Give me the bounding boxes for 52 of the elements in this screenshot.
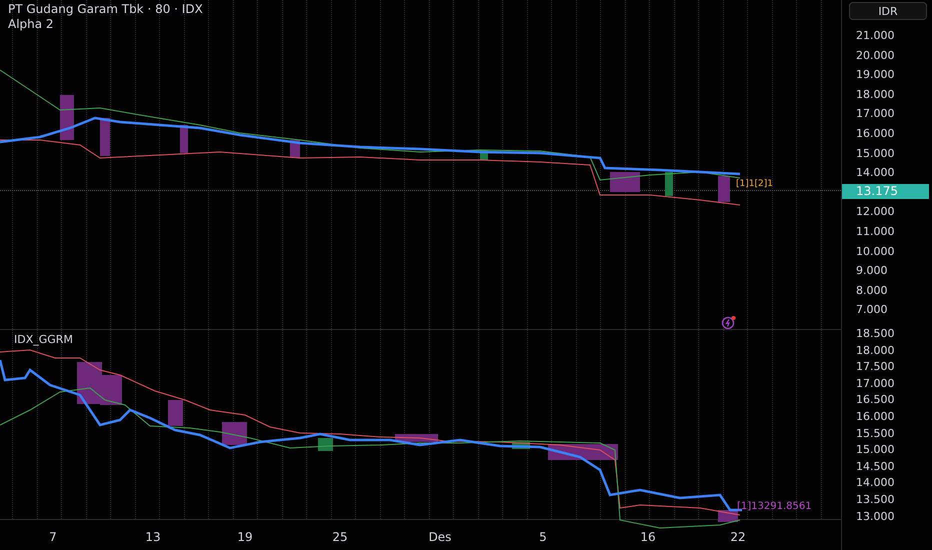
time-label: 13 xyxy=(145,529,161,546)
band-fill xyxy=(610,172,640,192)
price-label: 10.000 xyxy=(856,246,894,258)
indicator-axis-label: 13.000 xyxy=(856,510,894,523)
indicator-axis-label: 18.500 xyxy=(856,328,894,340)
price-label: 17.000 xyxy=(856,108,894,120)
indicator-value-label: [1]13291.8561 xyxy=(737,500,812,514)
price-label: 14.000 xyxy=(856,167,894,180)
price-label: 11.000 xyxy=(856,226,894,238)
band-fill xyxy=(168,400,183,426)
price-label: 9.000 xyxy=(856,265,888,278)
indicator-axis-label: 17.500 xyxy=(856,361,894,374)
indicator-axis-label: 16.000 xyxy=(856,411,894,423)
time-label: 25 xyxy=(332,529,348,546)
indicator-axis-label: 16.500 xyxy=(856,394,894,406)
overlay-label: [1]1[2]1 xyxy=(736,178,773,191)
price-label: 8.000 xyxy=(856,284,888,297)
price-label: 20.000 xyxy=(856,50,894,62)
indicator-title: IDX_GGRM xyxy=(14,332,73,348)
band-fill xyxy=(718,176,730,202)
band-fill xyxy=(180,125,188,153)
band-fill xyxy=(665,172,673,196)
currency-button[interactable]: IDR xyxy=(849,2,927,20)
time-label: 22 xyxy=(730,529,746,546)
last-price-badge: 13.175 xyxy=(842,184,929,199)
price-label: 19.000 xyxy=(856,69,894,82)
band-fill xyxy=(222,422,247,445)
indicator-axis-label: 13.500 xyxy=(856,494,894,506)
time-label: 16 xyxy=(640,529,656,546)
indicator-axis-label: 17.000 xyxy=(856,378,894,390)
indicator-axis-label: 15.500 xyxy=(856,428,894,440)
indicator-axis-label: 18.000 xyxy=(856,344,894,357)
time-label: 5 xyxy=(539,529,547,546)
price-label: 7.000 xyxy=(856,304,888,316)
price-label: 15.000 xyxy=(856,148,894,160)
time-label: Des xyxy=(428,529,452,546)
indicator-axis-label: 14.500 xyxy=(856,460,894,473)
band-fill xyxy=(100,375,122,405)
lightning-icon xyxy=(721,315,737,329)
price-label: 18.000 xyxy=(856,88,894,101)
price-label: 16.000 xyxy=(856,128,894,140)
indicator-axis-label: 15.000 xyxy=(856,444,894,456)
price-label: 21.000 xyxy=(856,30,894,42)
time-label: 19 xyxy=(237,529,253,546)
indicator-axis-label: 14.000 xyxy=(856,477,894,490)
band-fill xyxy=(318,438,333,451)
indicator-name: Alpha 2 xyxy=(8,17,55,32)
price-label: 12.000 xyxy=(856,206,894,218)
time-label: 7 xyxy=(49,529,57,546)
band-fill xyxy=(100,118,110,156)
band-fill xyxy=(60,95,74,140)
chart-title: PT Gudang Garam Tbk · 80 · IDX xyxy=(8,2,203,17)
